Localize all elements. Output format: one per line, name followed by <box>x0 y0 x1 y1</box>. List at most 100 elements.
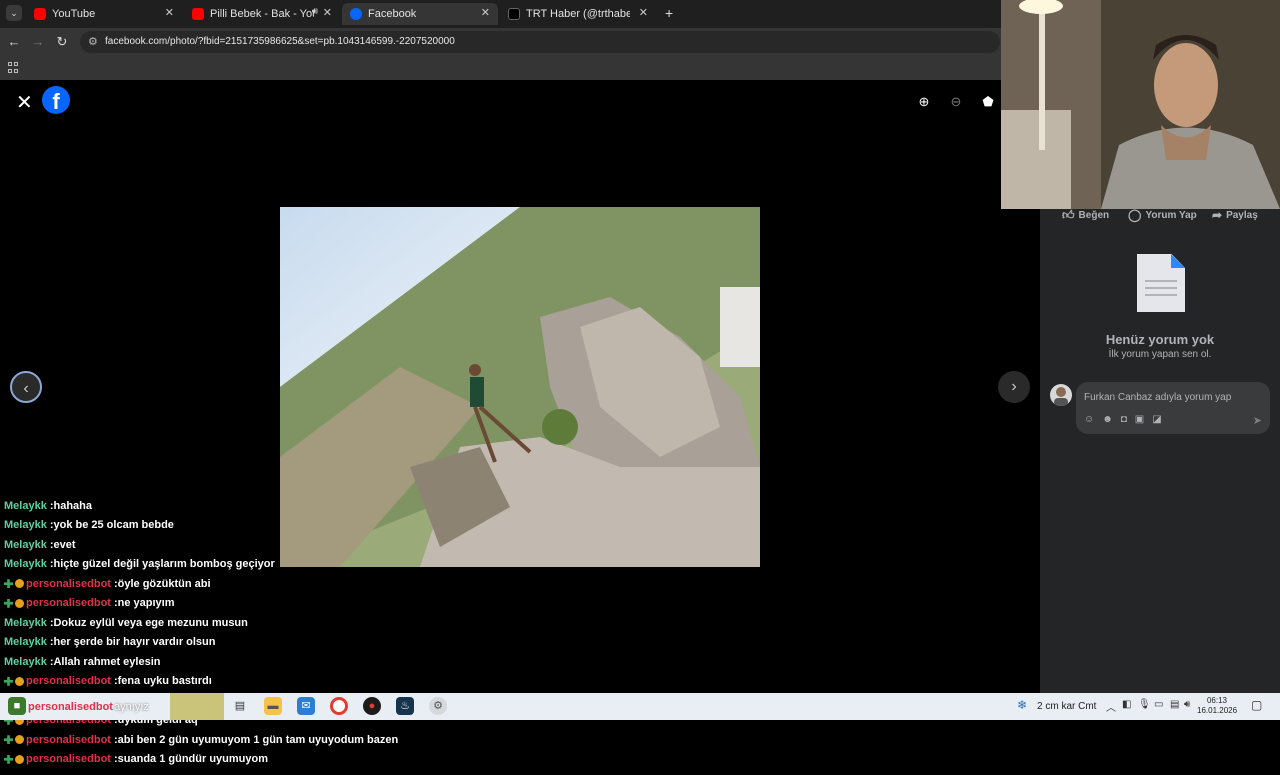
close-viewer-icon[interactable]: ✕ <box>16 90 33 115</box>
sticker-icon[interactable]: ◪ <box>1152 414 1161 425</box>
facebook-icon <box>350 8 362 20</box>
comment-tools: ☺︎ ☻ ◘ ▣ ◪ <box>1084 414 1162 425</box>
chat-text: fena uyku bastırdı <box>117 675 212 688</box>
chevron-up-icon[interactable]: ︿ <box>1106 699 1116 714</box>
outlook-icon[interactable]: ✉︎ <box>297 697 315 715</box>
back-button[interactable]: ← <box>5 33 23 51</box>
chat-message-list: Melaykk: hahaha Melaykk: yok be 25 olcam … <box>0 496 560 769</box>
avatar-sticker-icon[interactable]: ☺︎ <box>1084 414 1094 425</box>
chat-message: personalisedbot: suanda 1 gündür uyumuyo… <box>0 750 560 770</box>
close-tab-icon[interactable]: ✕ <box>481 6 490 19</box>
url-text: facebook.com/photo/?fbid=2151735986625&s… <box>105 36 455 47</box>
chat-username: Melaykk <box>4 616 47 629</box>
steam-icon[interactable]: ♨︎ <box>396 697 414 715</box>
chat-username: personalisedbot <box>26 597 111 610</box>
no-comments-subtitle: İlk yorum yapan sen ol. <box>1108 349 1212 360</box>
tab-search-button[interactable]: ⌄ <box>6 5 22 21</box>
task-view-icon[interactable]: ▤ <box>231 697 249 715</box>
chat-text: abi ben 2 gün uyumuyom 1 gün tam uyuyodu… <box>117 733 399 746</box>
send-icon[interactable]: ➤ <box>1253 414 1262 427</box>
clock[interactable]: 06:13 16.01.2026 <box>1197 696 1237 716</box>
like-label: Beğen <box>1078 210 1110 221</box>
previous-photo-button[interactable]: ‹ <box>10 371 42 403</box>
clock-date: 16.01.2026 <box>1197 706 1238 715</box>
tray-app-icon[interactable]: ◧ <box>1122 699 1131 710</box>
share-button[interactable]: ➦ Paylaş <box>1212 208 1258 222</box>
zoom-out-icon[interactable]: ⊖ <box>945 91 967 113</box>
comment-button[interactable]: ◯ Yorum Yap <box>1128 208 1197 222</box>
green-app-icon[interactable]: ■ <box>8 697 26 715</box>
emoji-icon[interactable]: ☻ <box>1102 414 1113 425</box>
tag-icon[interactable]: ⬟ <box>977 91 999 113</box>
next-photo-button[interactable]: › <box>998 371 1030 403</box>
monitor-icon[interactable]: ▭ <box>1154 699 1163 710</box>
youtube-icon <box>34 8 46 20</box>
tab-facebook[interactable]: Facebook ✕ <box>342 3 498 25</box>
chat-text: hahaha <box>53 499 92 512</box>
file-explorer-icon[interactable]: ▬ <box>264 697 282 715</box>
site-info-icon[interactable]: ⚙︎ <box>88 35 98 48</box>
tab-youtube[interactable]: YouTube ✕ <box>26 3 182 25</box>
settings-app-icon[interactable]: ⚙︎ <box>429 697 447 715</box>
zoom-in-icon[interactable]: ⊕ <box>913 91 935 113</box>
clock-time: 06:13 <box>1206 696 1228 705</box>
comment-input[interactable]: Furkan Canbaz adıyla yorum yap ☺︎ ☻ ◘ ▣ … <box>1076 382 1270 434</box>
volume-icon[interactable]: 🔊︎ <box>1184 699 1190 710</box>
youtube-icon <box>192 8 204 20</box>
apps-grid-icon[interactable] <box>8 62 19 73</box>
chat-message: personalisedbot: öyle gözüktün abi <box>0 574 560 594</box>
plus-badge-icon <box>4 735 13 745</box>
comment-label: Yorum Yap <box>1145 209 1197 221</box>
share-label: Paylaş <box>1226 209 1258 221</box>
chat-text: her şerde bir hayır vardır olsun <box>53 636 216 649</box>
new-tab-button[interactable]: + <box>665 5 673 21</box>
tab-tiktok[interactable]: TRT Haber (@trthaber) Resmi | ✕ <box>500 3 656 25</box>
chat-text: öyle gözüktün abi <box>117 577 211 590</box>
comment-bubble-icon: ◯ <box>1128 208 1142 222</box>
webcam-feed <box>1001 0 1280 209</box>
address-bar[interactable]: ⚙︎ facebook.com/photo/?fbid=215173598662… <box>80 31 1000 53</box>
comment-placeholder: Furkan Canbaz adıyla yorum yap <box>1084 392 1232 403</box>
overlay-username: personalisedbot <box>28 701 113 713</box>
chat-username: Melaykk <box>4 655 47 668</box>
camera-icon[interactable]: ◘ <box>1121 414 1127 425</box>
share-arrow-icon: ➦ <box>1212 208 1223 222</box>
tab-pilli-bebek[interactable]: Pilli Bebek - Bak - YouTube 🔊︎ ✕ <box>184 3 340 25</box>
thumbs-up-icon: 👍︎ <box>1062 208 1075 222</box>
photo-viewer: ✕ f ⊕ ⊖ ⬟ ‹ › Melaykk: hahaha Melaykk:… <box>0 80 1040 765</box>
chat-message: personalisedbot: ne yapıyım <box>0 594 560 614</box>
gif-icon[interactable]: ▣ <box>1135 414 1144 425</box>
network-icon[interactable]: ▤ <box>1170 699 1179 710</box>
microphone-icon[interactable]: 🎙︎ <box>1138 699 1151 710</box>
tab-title: TRT Haber (@trthaber) Resmi | <box>526 8 630 20</box>
close-tab-icon[interactable]: ✕ <box>323 6 332 19</box>
alert-badge-icon <box>15 598 24 608</box>
chrome-icon[interactable] <box>330 697 348 715</box>
chat-message: Melaykk: evet <box>0 535 560 555</box>
chat-text: ne yapıyım <box>117 597 175 610</box>
snowflake-icon: ❄︎ <box>1017 698 1028 712</box>
avatar[interactable] <box>1050 384 1072 406</box>
chat-message: Melaykk: hiçte güzel değil yaşlarım bomb… <box>0 555 560 575</box>
close-tab-icon[interactable]: ✕ <box>639 6 648 19</box>
chat-text: Allah rahmet eylesin <box>53 655 161 668</box>
close-tab-icon[interactable]: ✕ <box>165 6 174 19</box>
like-button[interactable]: 👍︎ Beğen <box>1062 208 1109 223</box>
chat-username: personalisedbot <box>26 753 111 766</box>
speaker-icon[interactable]: 🔊︎ <box>312 6 318 17</box>
document-line <box>1145 280 1177 282</box>
notification-icon[interactable]: ▢ <box>1251 698 1262 712</box>
chat-text: Dokuz eylül veya ege mezunu musun <box>53 616 248 629</box>
obs-icon[interactable]: ● <box>363 697 381 715</box>
chat-username: Melaykk <box>4 558 47 571</box>
alert-badge-icon <box>15 579 24 589</box>
plus-badge-icon <box>4 579 13 589</box>
chat-username: personalisedbot <box>26 733 111 746</box>
forward-button[interactable]: → <box>29 33 47 51</box>
chat-message: Melaykk: her şerde bir hayır vardır olsu… <box>0 633 560 653</box>
tab-title: YouTube <box>52 8 96 20</box>
reload-button[interactable]: ↻ <box>53 33 71 51</box>
document-line <box>1145 294 1177 296</box>
facebook-logo-icon[interactable]: f <box>42 86 70 114</box>
weather-text[interactable]: 2 cm kar Cmt <box>1037 701 1096 712</box>
